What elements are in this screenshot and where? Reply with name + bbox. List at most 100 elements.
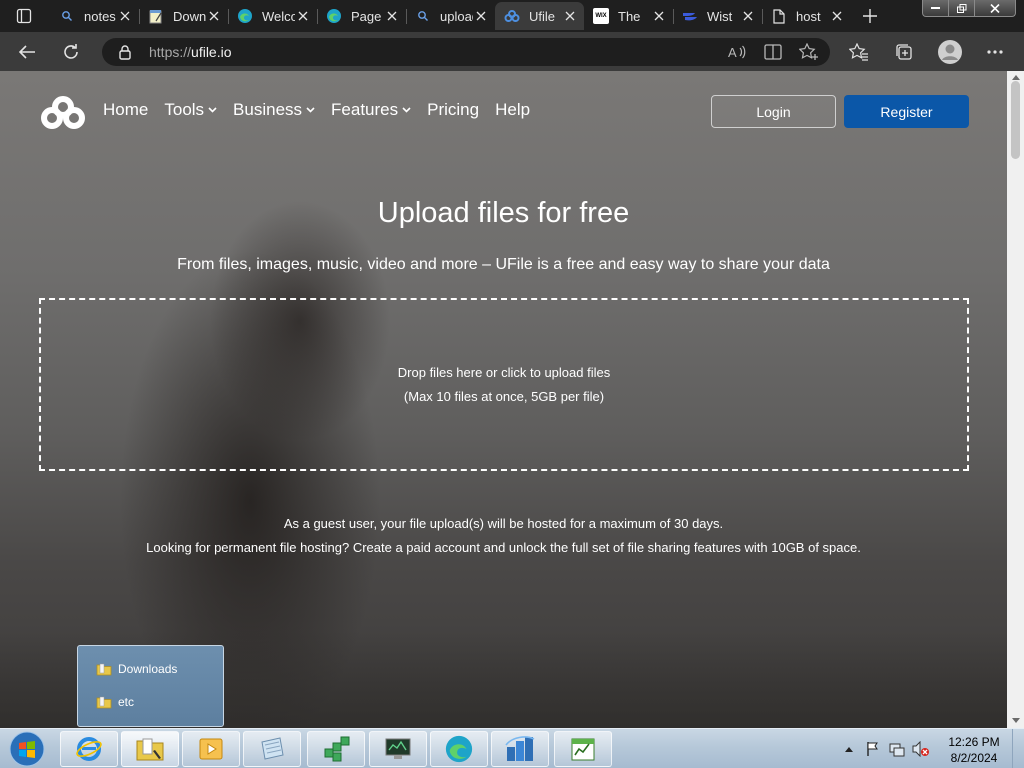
- scroll-down-icon[interactable]: [1011, 716, 1020, 725]
- refresh-icon: [64, 44, 78, 59]
- nav-label: Pricing: [427, 100, 480, 119]
- taskbar-game[interactable]: [307, 731, 365, 767]
- svg-text:A: A: [728, 45, 737, 59]
- close-icon[interactable]: [562, 8, 578, 24]
- close-icon[interactable]: [117, 8, 133, 24]
- file-explorer-icon: [136, 738, 164, 761]
- minimize-button[interactable]: [923, 0, 949, 16]
- close-icon[interactable]: [384, 8, 400, 24]
- page-icon: [771, 8, 787, 24]
- upload-dropzone[interactable]: Drop files here or click to upload files…: [39, 298, 969, 471]
- taskbar-spreadsheet[interactable]: [554, 731, 612, 767]
- page-scrollbar[interactable]: [1007, 71, 1024, 728]
- close-icon: [990, 3, 1000, 13]
- close-icon[interactable]: [473, 8, 489, 24]
- close-icon[interactable]: [829, 8, 845, 24]
- back-button[interactable]: [12, 37, 42, 67]
- minimize-icon: [931, 7, 940, 9]
- nav-pricing[interactable]: Pricing: [427, 100, 479, 120]
- chevron-down-icon: [208, 107, 217, 113]
- url-text[interactable]: https://ufile.io: [149, 44, 232, 60]
- tab-ufile[interactable]: Ufile: [495, 2, 584, 30]
- edge-icon: [326, 8, 342, 24]
- favorites-button[interactable]: [844, 37, 874, 67]
- clock-date: 8/2/2024: [950, 751, 998, 765]
- nav-label: Home: [103, 100, 149, 119]
- show-hidden-icons-button[interactable]: [840, 740, 858, 758]
- login-label: Login: [756, 103, 791, 120]
- taskbar-internet-explorer[interactable]: [60, 731, 118, 767]
- internet-explorer-icon: [76, 737, 102, 761]
- tab-notes[interactable]: notes: [50, 2, 139, 30]
- close-icon[interactable]: [651, 8, 667, 24]
- media-player-icon: [199, 738, 223, 760]
- taskbar-network[interactable]: [491, 731, 549, 767]
- jump-list-label: Downloads: [118, 662, 178, 676]
- register-button[interactable]: Register: [844, 95, 969, 128]
- more-icon: [987, 50, 1003, 54]
- browser-toolbar: https://ufile.io A: [0, 32, 1024, 71]
- login-button[interactable]: Login: [711, 95, 836, 128]
- wix-badge: WIX: [595, 13, 607, 19]
- refresh-button[interactable]: [56, 37, 86, 67]
- show-desktop-button[interactable]: [1012, 729, 1024, 768]
- address-bar[interactable]: https://ufile.io A: [102, 38, 830, 66]
- read-aloud-icon[interactable]: A: [726, 41, 748, 63]
- reader-mode-icon[interactable]: [762, 41, 784, 63]
- tab-title: upload: [440, 8, 473, 24]
- close-icon[interactable]: [740, 8, 756, 24]
- tab-page[interactable]: Page: [317, 2, 406, 30]
- url-host: ufile.io: [191, 44, 232, 60]
- taskbar-clock[interactable]: 12:26 PM 8/2/2024: [944, 734, 1004, 766]
- nav-label: Features: [331, 100, 399, 119]
- nav-tools[interactable]: Tools: [164, 100, 217, 120]
- jump-list-item-etc[interactable]: etc: [96, 695, 134, 709]
- main-nav: Home Tools Business Features Pricing Hel…: [103, 100, 546, 120]
- guest-notice-line-2: Looking for permanent file hosting? Crea…: [146, 540, 861, 555]
- chevron-down-icon: [402, 107, 411, 113]
- network-tray-icon[interactable]: [888, 740, 906, 758]
- scroll-thumb[interactable]: [1011, 81, 1020, 159]
- ufile-logo[interactable]: [39, 95, 87, 131]
- tab-welcome[interactable]: Welcome: [228, 2, 317, 30]
- tab-title: Page: [351, 8, 382, 24]
- volume-muted-icon[interactable]: [912, 740, 930, 758]
- close-icon[interactable]: [295, 8, 311, 24]
- dropzone-limits: (Max 10 files at once, 5GB per file): [403, 388, 605, 404]
- new-tab-button[interactable]: [858, 4, 882, 28]
- close-icon[interactable]: [206, 8, 222, 24]
- nav-help[interactable]: Help: [495, 100, 530, 120]
- collections-button[interactable]: [889, 37, 919, 67]
- tab-the[interactable]: WIX The: [584, 2, 673, 30]
- add-favorite-icon[interactable]: [798, 41, 820, 63]
- system-tray: [840, 729, 936, 768]
- nav-home[interactable]: Home: [103, 100, 148, 120]
- restore-button[interactable]: [949, 0, 975, 16]
- profile-button[interactable]: [935, 37, 965, 67]
- avatar: [938, 40, 962, 64]
- nav-label: Tools: [164, 100, 205, 119]
- tab-wistia[interactable]: Wist: [673, 2, 762, 30]
- tab-actions-icon: [16, 8, 32, 24]
- settings-menu-button[interactable]: [980, 37, 1010, 67]
- nav-features[interactable]: Features: [331, 100, 411, 120]
- tab-upload[interactable]: upload: [406, 2, 495, 30]
- tab-title: notes: [84, 8, 116, 24]
- close-window-button[interactable]: [975, 0, 1015, 16]
- tab-actions-button[interactable]: [8, 4, 40, 28]
- lock-icon[interactable]: [118, 44, 132, 65]
- jump-list-item-downloads[interactable]: Downloads: [96, 662, 177, 676]
- nav-business[interactable]: Business: [233, 100, 315, 120]
- taskbar: 12:26 PM 8/2/2024: [0, 728, 1024, 768]
- taskbar-file-explorer[interactable]: [121, 731, 179, 767]
- tab-title: Ufile: [529, 8, 556, 24]
- taskbar-remote-desktop[interactable]: [369, 731, 427, 767]
- tab-downloads[interactable]: Downloads: [139, 2, 228, 30]
- start-button[interactable]: [4, 729, 50, 768]
- taskbar-media-player[interactable]: [182, 731, 240, 767]
- favorites-icon: [849, 43, 868, 61]
- taskbar-edge[interactable]: [430, 731, 488, 767]
- taskbar-notepad[interactable]: [243, 731, 301, 767]
- action-center-flag-icon[interactable]: [864, 740, 882, 758]
- tab-host[interactable]: host: [762, 2, 851, 30]
